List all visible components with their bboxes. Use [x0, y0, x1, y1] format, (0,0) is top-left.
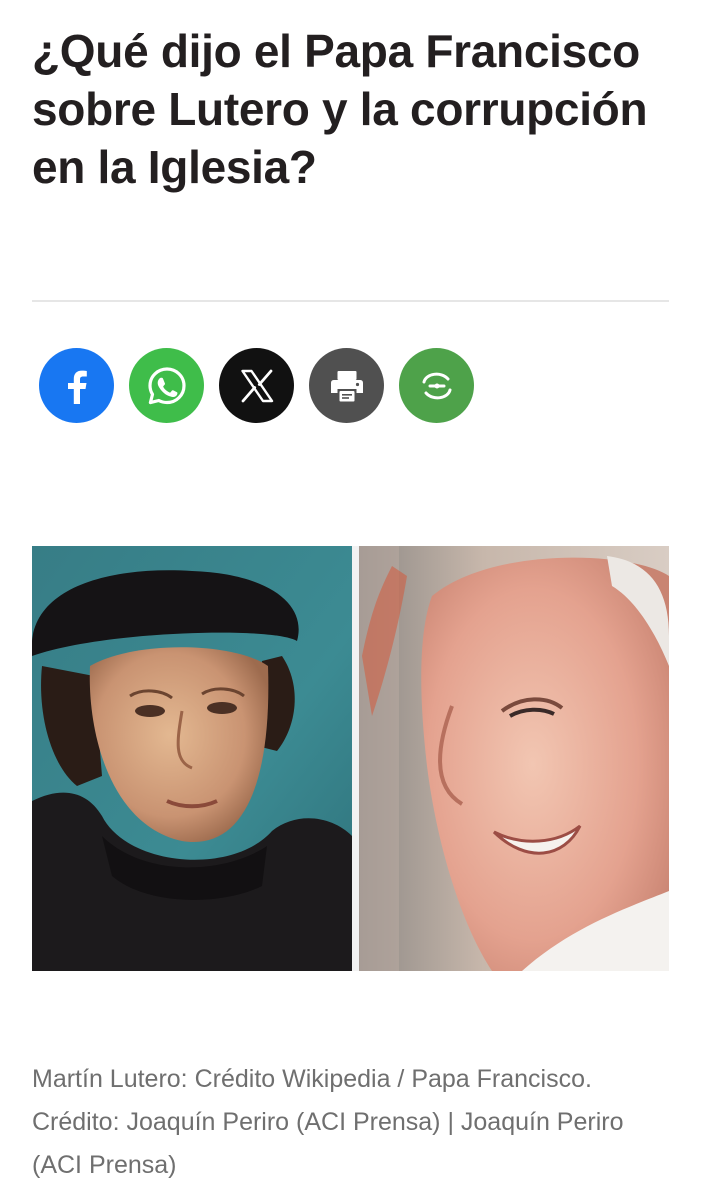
sharethis-button[interactable] — [399, 348, 474, 423]
share-bar — [39, 348, 474, 423]
sharethis-icon — [422, 372, 451, 399]
pope-francis-photo — [359, 546, 669, 971]
article-title: ¿Qué dijo el Papa Francisco sobre Lutero… — [32, 25, 648, 193]
whatsapp-icon — [147, 366, 186, 404]
divider — [32, 300, 669, 302]
x-share-button[interactable] — [219, 348, 294, 423]
x-icon — [240, 369, 273, 402]
print-button[interactable] — [309, 348, 384, 423]
print-icon — [330, 370, 363, 401]
facebook-icon — [67, 370, 87, 404]
luther-portrait — [32, 546, 352, 971]
facebook-share-button[interactable] — [39, 348, 114, 423]
article-hero-image — [32, 546, 669, 971]
whatsapp-share-button[interactable] — [129, 348, 204, 423]
image-caption: Martín Lutero: Crédito Wikipedia / Papa … — [32, 1065, 624, 1179]
